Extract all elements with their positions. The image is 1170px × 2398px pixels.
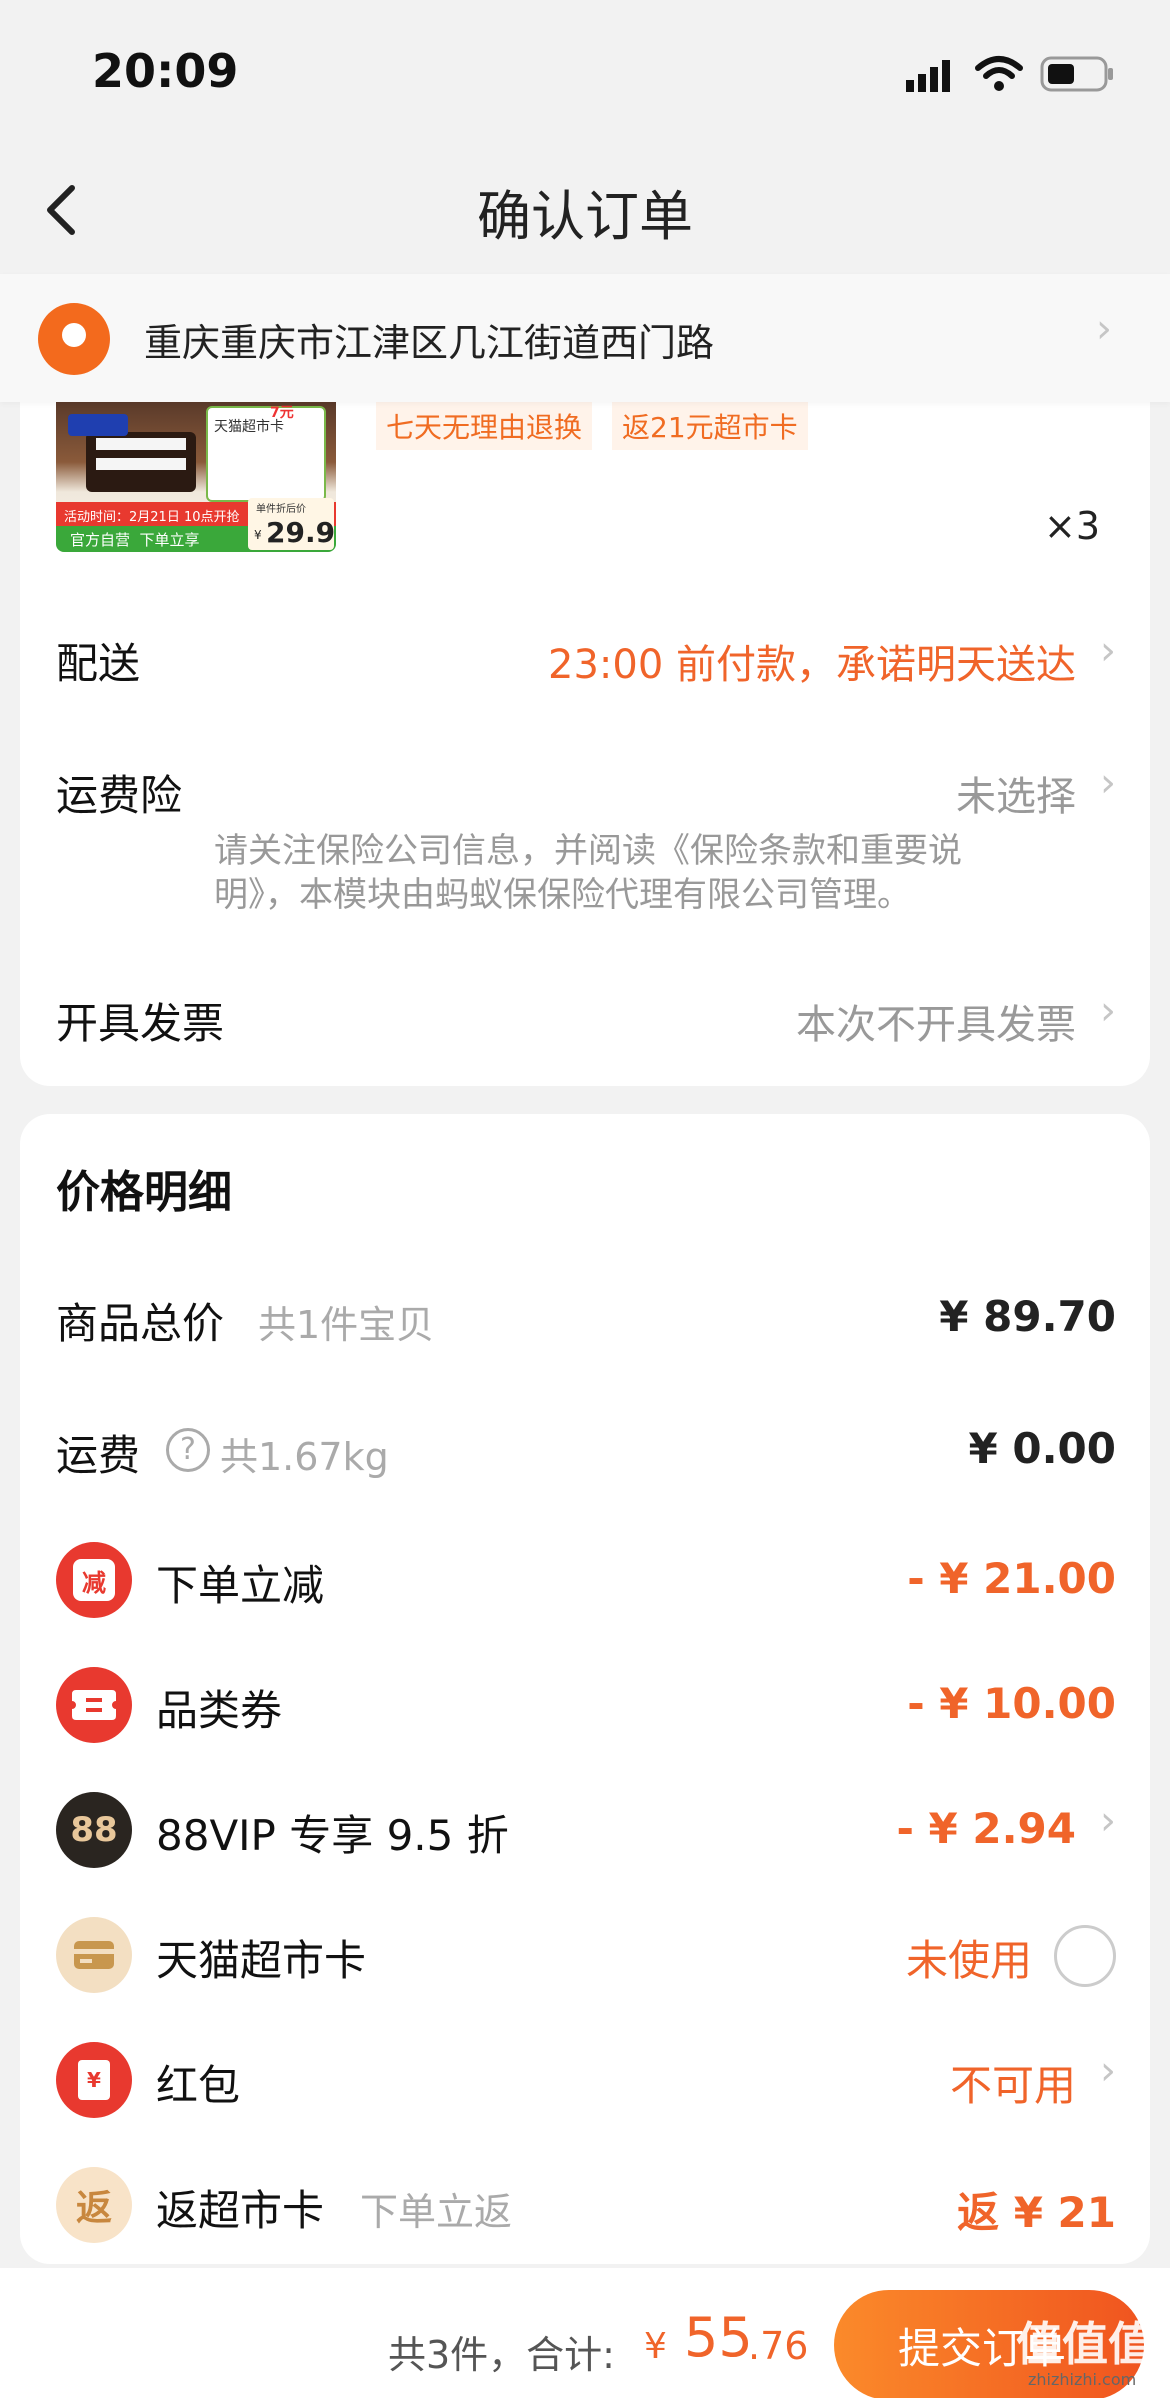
page-title: 确认订单 — [477, 185, 693, 248]
goods-total-label: 商品总价 — [56, 1299, 225, 1348]
insurance-row[interactable]: 运费险 未选择 › — [56, 760, 1116, 822]
product-quantity: ×3 — [1044, 504, 1101, 548]
shipping-label: 运费 — [56, 1431, 141, 1480]
insurance-note-1: 请关注保险公司信息，并阅读《保险条款和重要说 — [214, 831, 962, 871]
insurance-label: 运费险 — [56, 771, 183, 820]
shipping-sub: 共1.67kg — [220, 1435, 389, 1479]
shipping-value: ¥ 0.00 — [968, 1424, 1116, 1473]
discount-row-cashback: 返 返超市卡 下单立返 返 ¥ 21 — [56, 2167, 1116, 2247]
coupon-label: 品类券 — [156, 1686, 283, 1735]
product-badge-text: 官方自营 下单立享 — [70, 531, 200, 549]
delivery-value: 23:00 前付款，承诺明天送达 — [548, 642, 1076, 688]
tag-cashback: 返21元超市卡 — [612, 402, 808, 450]
vip-label: 88VIP 专享 9.5 折 — [156, 1811, 509, 1860]
watermark-sub: zhizhizhi.com — [1028, 2370, 1137, 2389]
market-card-value: 未使用 — [905, 1936, 1032, 1985]
vip-value: - ¥ 2.94 — [896, 1804, 1076, 1853]
redpacket-value: 不可用 — [949, 2061, 1076, 2110]
coupon-value: - ¥ 10.00 — [907, 1679, 1116, 1728]
product-event-text: 活动时间：2月21日 10点开抢 — [64, 510, 240, 525]
chevron-right-icon: › — [1096, 306, 1112, 352]
red-packet-icon: ¥ — [56, 2042, 132, 2118]
chevron-right-icon: › — [1100, 628, 1116, 674]
total-count-text: 共3件，合计: — [388, 2333, 615, 2377]
goods-total-sub: 共1件宝贝 — [258, 1303, 435, 1347]
cashback-value: 返 ¥ 21 — [957, 2188, 1116, 2237]
total-decimal: .76 — [748, 2324, 809, 2368]
coupon-icon — [56, 1667, 132, 1743]
total-currency: ¥ — [644, 2326, 667, 2367]
location-pin-icon — [38, 303, 110, 375]
instant-discount-icon: 减 — [56, 1542, 132, 1618]
product-price-label: 单件折后价 — [256, 504, 306, 515]
product-image[interactable]: 天猫超市卡 7元 活动时间：2月21日 10点开抢 官方自营 下单立享 单件折后… — [56, 402, 336, 552]
cashback-sub: 下单立返 — [360, 2190, 513, 2234]
watermark-text: 值值值 — [1016, 2317, 1154, 2371]
discount-row-redpacket[interactable]: ¥ 红包 不可用 › — [56, 2042, 1116, 2122]
chevron-right-icon: › — [1100, 1798, 1116, 1844]
product-corner-num: 7元 — [270, 405, 294, 421]
status-time: 20:09 — [92, 44, 239, 98]
vip-88-icon: 88 — [56, 1792, 132, 1868]
discount-row-vip[interactable]: 88 88VIP 专享 9.5 折 - ¥ 2.94 › — [56, 1792, 1116, 1872]
battery-icon — [1040, 56, 1116, 92]
discount-row-market-card[interactable]: 天猫超市卡 未使用 — [56, 1917, 1116, 1997]
discount-row-coupon[interactable]: 品类券 - ¥ 10.00 — [56, 1667, 1116, 1747]
tag-return: 七天无理由退换 — [376, 402, 593, 450]
discount-row-instant: 减 下单立减 - ¥ 21.00 — [56, 1542, 1116, 1622]
product-price-currency: ¥ — [254, 528, 262, 542]
redpacket-label: 红包 — [156, 2061, 241, 2110]
cashback-label: 返超市卡 — [156, 2186, 325, 2235]
instant-discount-value: - ¥ 21.00 — [907, 1554, 1116, 1603]
signal-icon — [906, 58, 958, 92]
price-detail-title: 价格明细 — [56, 1167, 232, 1218]
chevron-right-icon: › — [1100, 988, 1116, 1034]
market-card-radio[interactable] — [1054, 1925, 1116, 1987]
invoice-value: 本次不开具发票 — [796, 1002, 1076, 1048]
total-integer: 55 — [684, 2306, 753, 2369]
address-text: 重庆重庆市江津区几江街道西门路 — [144, 321, 715, 365]
shipping-row: 运费 ? 共1.67kg ¥ 0.00 — [56, 1422, 1116, 1482]
market-card-label: 天猫超市卡 — [156, 1936, 367, 1985]
cashback-icon: 返 — [56, 2167, 132, 2243]
invoice-row[interactable]: 开具发票 本次不开具发票 › — [56, 988, 1116, 1050]
help-icon[interactable]: ? — [166, 1428, 210, 1472]
chevron-right-icon: › — [1100, 760, 1116, 806]
goods-total-value: ¥ 89.70 — [939, 1292, 1116, 1341]
delivery-label: 配送 — [56, 639, 141, 688]
instant-discount-label: 下单立减 — [156, 1561, 325, 1610]
goods-total-row: 商品总价 共1件宝贝 ¥ 89.70 — [56, 1290, 1116, 1350]
insurance-note-2: 明》，本模块由蚂蚁保保险代理有限公司管理。 — [214, 875, 911, 915]
invoice-label: 开具发票 — [56, 999, 225, 1048]
insurance-value: 未选择 — [956, 774, 1076, 820]
market-card-icon — [56, 1917, 132, 1993]
delivery-row[interactable]: 配送 23:00 前付款，承诺明天送达 › — [56, 628, 1116, 690]
chevron-right-icon: › — [1100, 2048, 1116, 2094]
wifi-icon — [974, 54, 1024, 94]
product-price: 29.9 — [266, 516, 336, 549]
